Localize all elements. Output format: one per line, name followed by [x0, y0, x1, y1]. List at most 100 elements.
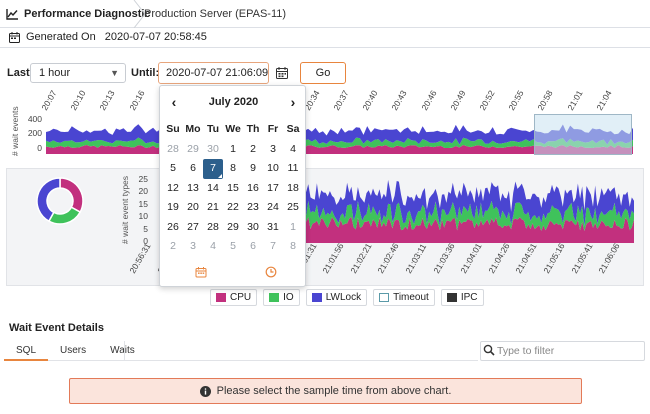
tabs-divider — [124, 341, 125, 361]
datepicker-day[interactable]: 27 — [183, 218, 203, 238]
datepicker-day[interactable]: 4 — [283, 140, 303, 160]
timeline-x-tick: 20:46 — [418, 88, 439, 112]
last-duration-select[interactable]: 1 hour ▼ — [30, 63, 126, 83]
datepicker-day-selected[interactable]: 7 — [203, 159, 223, 179]
calendar-icon[interactable] — [195, 266, 207, 278]
datepicker-day[interactable]: 3 — [263, 140, 283, 160]
timeline-y-tick: 200 — [27, 128, 42, 138]
info-circle-icon — [199, 385, 211, 397]
timeline-x-tick: 20:55 — [506, 88, 526, 112]
breadcrumb-title[interactable]: Performance Diagnostic — [6, 5, 151, 23]
chevron-left-icon[interactable]: ‹ — [166, 93, 182, 111]
datepicker-day[interactable]: 28 — [203, 218, 223, 238]
go-button[interactable]: Go — [300, 62, 346, 84]
datepicker-day[interactable]: 2 — [243, 140, 263, 160]
chevron-down-icon: ▼ — [110, 68, 119, 78]
tab-waits[interactable]: Waits — [98, 341, 147, 361]
datepicker-day[interactable]: 30 — [243, 218, 263, 238]
datepicker-day[interactable]: 18 — [283, 179, 303, 199]
timeline-x-tick: 20:10 — [68, 88, 88, 112]
datepicker-day[interactable]: 29 — [223, 218, 243, 238]
detail-y-tick: 15 — [138, 198, 148, 209]
datepicker-day[interactable]: 1 — [223, 140, 243, 160]
datepicker-day[interactable]: 7 — [263, 237, 283, 257]
datepicker-day[interactable]: 3 — [183, 237, 203, 257]
datepicker-day[interactable]: 20 — [183, 198, 203, 218]
datepicker-day[interactable]: 12 — [163, 179, 183, 199]
breadcrumb-server[interactable]: Production Server (EPAS-11) — [144, 5, 286, 23]
datepicker-day[interactable]: 25 — [283, 198, 303, 218]
legend-item-ipc[interactable]: IPC — [440, 289, 484, 306]
datepicker-day[interactable]: 19 — [163, 198, 183, 218]
timeline-selection-brush[interactable] — [534, 114, 632, 155]
generated-label: Generated On — [26, 31, 96, 43]
datepicker-day[interactable]: 24 — [263, 198, 283, 218]
detail-y-tick: 25 — [138, 174, 148, 184]
datepicker-day[interactable]: 17 — [263, 179, 283, 199]
timeline-y-axis-label: # wait events — [10, 106, 20, 156]
legend-swatch — [311, 293, 322, 302]
datepicker-day[interactable]: 29 — [183, 140, 203, 160]
datepicker-month[interactable]: July 2020 — [188, 90, 279, 114]
datepicker-day[interactable]: 30 — [203, 140, 223, 160]
datepicker-day[interactable]: 14 — [203, 179, 223, 199]
datepicker-header: ‹ July 2020 › — [160, 90, 307, 114]
select-sample-notice: Please select the sample time from above… — [69, 378, 582, 404]
datepicker-day[interactable]: 15 — [223, 179, 243, 199]
until-input[interactable]: 2020-07-07 21:06:09+0 — [158, 62, 269, 84]
datepicker-day[interactable]: 11 — [283, 159, 303, 179]
donut-slice[interactable] — [47, 206, 82, 225]
timeline-x-tick: 20:40 — [360, 88, 380, 112]
filter-input[interactable]: Type to filter — [480, 341, 645, 361]
datepicker-day[interactable]: 10 — [263, 159, 283, 179]
legend-item-lwlock[interactable]: LWLock — [305, 289, 368, 306]
datepicker-day[interactable]: 31 — [263, 218, 283, 238]
datepicker-day[interactable]: 22 — [223, 198, 243, 218]
wait-types-donut-chart[interactable] — [36, 177, 84, 225]
legend-swatch — [216, 293, 226, 302]
detail-y-tick: 10 — [138, 211, 148, 222]
legend-label: IPC — [460, 292, 478, 303]
day-of-week-header: Sa — [286, 123, 300, 135]
legend-item-io[interactable]: IO — [263, 289, 300, 306]
datepicker-day[interactable]: 9 — [243, 159, 263, 179]
legend-item-cpu[interactable]: CPU — [210, 289, 258, 306]
day-of-week-header: Tu — [206, 123, 220, 135]
legend-label: IO — [283, 292, 294, 303]
timeline-x-tick: 21:04 — [594, 88, 614, 112]
datepicker-day[interactable]: 6 — [243, 237, 263, 257]
legend-swatch — [379, 293, 390, 302]
legend-item-timeout[interactable]: Timeout — [373, 289, 435, 306]
legend-swatch — [446, 293, 457, 302]
tab-sql[interactable]: SQL — [4, 341, 49, 361]
datepicker-day[interactable]: 6 — [183, 159, 203, 179]
tab-users[interactable]: Users — [48, 341, 98, 361]
timeline-y-tick: 400 — [27, 114, 42, 124]
timeline-x-tick: 20:16 — [126, 88, 147, 112]
datepicker-day[interactable]: 4 — [203, 237, 223, 257]
datepicker-day[interactable]: 26 — [163, 218, 183, 238]
generated-value: 2020-07-07 20:58:45 — [104, 31, 207, 43]
clock-icon[interactable] — [265, 266, 277, 278]
detail-y-axis-label: # wait event types — [120, 175, 130, 244]
datepicker-day[interactable]: 16 — [243, 179, 263, 199]
datepicker-day[interactable]: 28 — [163, 140, 183, 160]
datepicker-day[interactable]: 13 — [183, 179, 203, 199]
timeline-x-tick: 20:13 — [97, 88, 118, 112]
datepicker-day[interactable]: 1 — [283, 218, 303, 238]
datepicker-day[interactable]: 8 — [283, 237, 303, 257]
chevron-right-icon[interactable]: › — [285, 93, 301, 111]
day-of-week-header: Su — [166, 123, 180, 135]
datepicker-day[interactable]: 21 — [203, 198, 223, 218]
calendar-icon[interactable] — [274, 64, 290, 82]
datepicker-day[interactable]: 5 — [223, 237, 243, 257]
legend-label: Timeout — [393, 292, 429, 303]
day-of-week-header: Fr — [267, 123, 279, 135]
datepicker-day[interactable]: 23 — [243, 198, 263, 218]
datepicker-day[interactable]: 2 — [163, 237, 183, 257]
day-of-week-header: We — [225, 123, 241, 135]
datepicker-day[interactable]: 8 — [223, 159, 243, 179]
timeline-x-axis: 20:0720:1020:1320:1620:1920:2220:2520:28… — [39, 86, 646, 114]
datepicker-day[interactable]: 5 — [163, 159, 183, 179]
legend-label: LWLock — [325, 292, 362, 303]
